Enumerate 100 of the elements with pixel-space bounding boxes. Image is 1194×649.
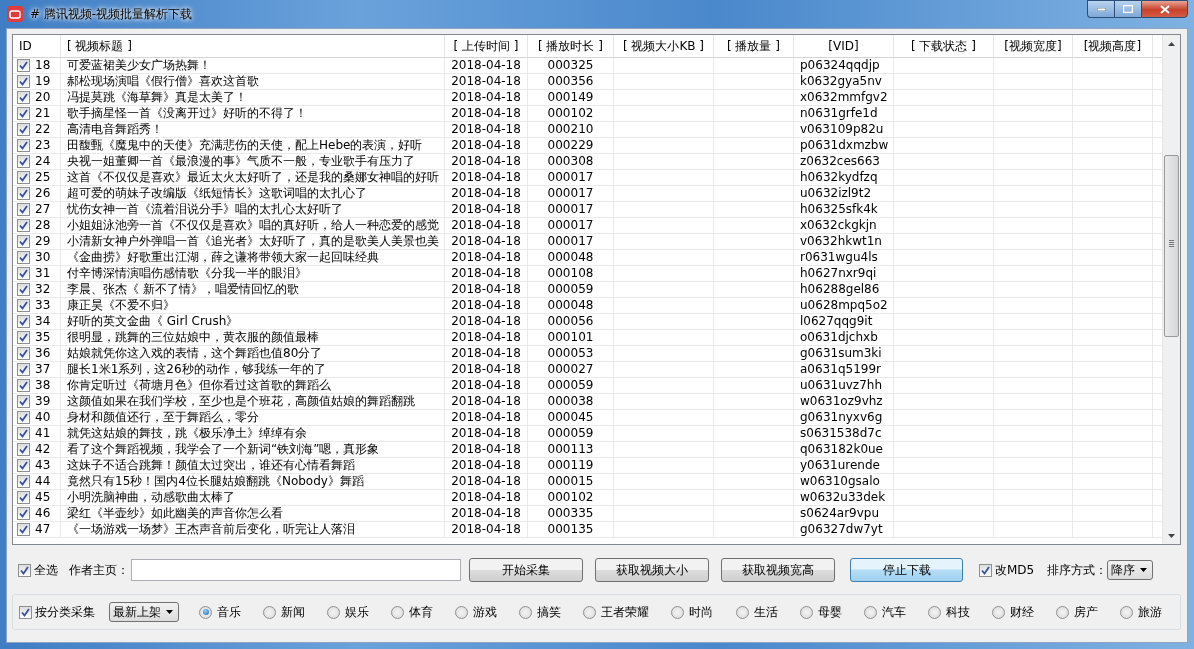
table-cell: w06310gsalo xyxy=(800,474,880,489)
column-header[interactable]: [视频高度] xyxy=(1073,35,1153,57)
radio-label[interactable]: 旅游 xyxy=(1137,603,1162,621)
action-button[interactable]: 开始采集 xyxy=(469,558,583,582)
radio-label[interactable]: 体育 xyxy=(409,603,434,621)
table-cell: 2018-04-18 xyxy=(451,282,521,297)
row-id: 27 xyxy=(35,202,51,217)
radio-label[interactable]: 游戏 xyxy=(473,603,498,621)
table-cell: 000356 xyxy=(547,74,594,89)
table-cell: 000102 xyxy=(547,490,594,505)
table-cell: 2018-04-18 xyxy=(451,74,521,89)
table-cell: 000048 xyxy=(547,250,594,265)
table-cell: u0632izl9t2 xyxy=(800,186,872,201)
table-cell: 这颜值如果在我们学校，至少也是个班花，高颜值姑娘的舞蹈翻跳 xyxy=(67,394,415,409)
table-cell: 000113 xyxy=(547,442,594,457)
row-id: 19 xyxy=(35,74,51,89)
table-cell: 2018-04-18 xyxy=(451,154,521,169)
row-id: 43 xyxy=(35,458,51,473)
action-button[interactable]: 停止下载 xyxy=(850,558,963,582)
table-cell: 看了这个舞蹈视频，我学会了一个新词“铁刘海”嗯，真形象 xyxy=(67,442,380,457)
table-cell: 可爱蓝裙美少女广场热舞！ xyxy=(67,58,211,73)
table-cell: 2018-04-18 xyxy=(451,506,521,521)
row-id: 46 xyxy=(35,506,51,521)
author-label: 作者主页： xyxy=(69,561,129,579)
table-cell: 000048 xyxy=(547,298,594,313)
table-cell: 央视一姐董卿一首《最浪漫的事》气质不一般，专业歌手有压力了 xyxy=(67,154,415,169)
table-cell: 田馥甄《魔鬼中的天使》充满悲伤的天使，配上Hebe的表演，好听 xyxy=(67,138,423,153)
radio-label[interactable]: 娱乐 xyxy=(345,603,370,621)
table-cell: 000027 xyxy=(547,362,594,377)
table-cell: 000101 xyxy=(547,330,594,345)
table-cell: 2018-04-18 xyxy=(451,170,521,185)
table-cell: 000210 xyxy=(547,122,594,137)
radio-label[interactable]: 新闻 xyxy=(281,603,306,621)
row-id: 24 xyxy=(35,154,51,169)
row-id: 31 xyxy=(35,266,51,281)
row-id: 44 xyxy=(35,474,51,489)
table-cell: 2018-04-18 xyxy=(451,234,521,249)
table-cell: u0631uvz7hh xyxy=(800,378,882,393)
row-id: 29 xyxy=(35,234,51,249)
action-button[interactable]: 获取视频大小 xyxy=(595,558,709,582)
table-cell: 2018-04-18 xyxy=(451,426,521,441)
column-header[interactable]: ID xyxy=(13,35,61,57)
radio-label[interactable]: 生活 xyxy=(753,603,778,621)
row-id: 18 xyxy=(35,58,51,73)
sort-dropdown[interactable]: 降序 xyxy=(1107,560,1154,580)
table-cell: w0632u33dek xyxy=(800,490,886,505)
md5-label[interactable]: 改MD5 xyxy=(995,561,1035,579)
table-cell: 2018-04-18 xyxy=(451,522,521,537)
row-id: 34 xyxy=(35,314,51,329)
row-id: 35 xyxy=(35,330,51,345)
table-cell: 《金曲捞》好歌重出江湖，薛之谦将带领大家一起回味经典 xyxy=(67,250,379,265)
row-id: 30 xyxy=(35,250,51,265)
sort-dropdown[interactable]: 最新上架 xyxy=(109,602,179,622)
row-id: 32 xyxy=(35,282,51,297)
table-cell: 000135 xyxy=(547,522,594,537)
radio-label[interactable]: 母婴 xyxy=(817,603,842,621)
radio-label[interactable]: 科技 xyxy=(945,603,970,621)
select-all-label[interactable]: 全选 xyxy=(34,561,58,579)
table-cell: 000102 xyxy=(547,106,594,121)
row-id: 47 xyxy=(35,522,51,537)
table-cell: 这妹子不适合跳舞！颜值太过突出，谁还有心情看舞蹈 xyxy=(67,458,355,473)
table-cell: 你肯定听过《荷塘月色》但你看过这首歌的舞蹈么 xyxy=(67,378,331,393)
row-id: 40 xyxy=(35,410,51,425)
column-header[interactable]: [ 播放量 ] xyxy=(714,35,794,57)
radio-label[interactable]: 时尚 xyxy=(689,603,714,621)
category-label[interactable]: 按分类采集 xyxy=(35,603,95,621)
column-header[interactable]: [ 视频大小KB ] xyxy=(614,35,714,57)
table-cell: 2018-04-18 xyxy=(451,138,521,153)
table-cell: 身材和颜值还行，至于舞蹈么，零分 xyxy=(67,410,259,425)
radio-label[interactable]: 王者荣耀 xyxy=(601,603,650,621)
table-cell: 2018-04-18 xyxy=(451,346,521,361)
column-header[interactable]: [视频宽度] xyxy=(994,35,1073,57)
column-header[interactable]: [VID] xyxy=(794,35,894,57)
action-button[interactable]: 获取视频宽高 xyxy=(721,558,835,582)
table-cell: 好听的英文金曲《 Girl Crush》 xyxy=(67,314,239,329)
table-cell: 2018-04-18 xyxy=(451,458,521,473)
table-cell: g06327dw7yt xyxy=(800,522,883,537)
radio-label[interactable]: 房产 xyxy=(1073,603,1098,621)
table-cell: 歌手摘星怪一首《没离开过》好听的不得了！ xyxy=(67,106,307,121)
radio-label[interactable]: 财经 xyxy=(1009,603,1034,621)
table-cell: 2018-04-18 xyxy=(451,314,521,329)
radio-label[interactable]: 音乐 xyxy=(217,603,241,621)
table-cell: 2018-04-18 xyxy=(451,58,521,73)
radio-label[interactable]: 搞笑 xyxy=(537,603,562,621)
row-id: 33 xyxy=(35,298,51,313)
table-cell: 000059 xyxy=(547,426,594,441)
table-cell: 000059 xyxy=(547,282,594,297)
column-header[interactable]: [ 播放时长 ] xyxy=(528,35,614,57)
table-cell: 000017 xyxy=(547,170,594,185)
table-cell: 2018-04-18 xyxy=(451,298,521,313)
table-cell: 冯提莫跳《海草舞》真是太美了！ xyxy=(67,90,247,105)
column-header[interactable]: [ 视频标题 ] xyxy=(61,35,445,57)
column-header[interactable]: [ 上传时间 ] xyxy=(445,35,528,57)
table-cell: 2018-04-18 xyxy=(451,474,521,489)
radio-label[interactable]: 汽车 xyxy=(881,603,906,621)
table-cell: o0631djchxb xyxy=(800,330,878,345)
table-cell: p06324qqdjp xyxy=(800,58,880,73)
table-cell: 竟然只有15秒！国内4位长腿姑娘翻跳《Nobody》舞蹈 xyxy=(67,474,364,489)
sort-label: 排序方式： xyxy=(1047,561,1108,579)
column-header[interactable]: [ 下载状态 ] xyxy=(894,35,994,57)
